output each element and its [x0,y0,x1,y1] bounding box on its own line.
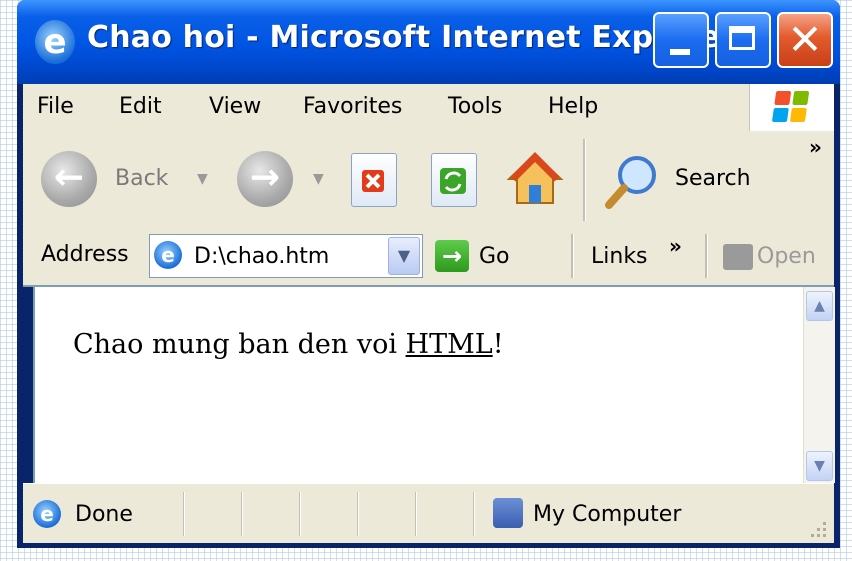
page-text-before: Chao mung ban den voi [73,329,406,360]
back-button[interactable]: ← [41,151,97,207]
windows-logo [749,84,834,131]
back-dropdown-icon[interactable]: ▼ [197,171,208,187]
go-label[interactable]: Go [479,244,510,269]
refresh-icon [440,168,466,194]
maximize-button[interactable] [715,12,771,68]
open-button[interactable]: Open [757,244,816,269]
address-separator [571,234,574,278]
go-arrow-icon: → [441,242,463,270]
page-icon: e [154,241,182,269]
windows-flag-icon [771,91,810,123]
address-bar: Address e D:\chao.htm ▼ → Go Links » Ope… [23,228,834,287]
scroll-down-button[interactable]: ▼ [806,451,833,481]
close-icon: ✕ [787,15,823,64]
standard-toolbar: ← Back ▼ → ▼ Search » [23,131,834,229]
forward-dropdown-icon[interactable]: ▼ [313,171,324,187]
scroll-up-button[interactable]: ▲ [806,291,833,321]
security-zone: My Computer [533,502,682,527]
menu-edit[interactable]: Edit [119,94,162,119]
chevron-up-icon: ▲ [814,298,825,314]
chevron-down-icon: ▼ [814,458,825,474]
resize-grip-icon[interactable] [806,517,826,537]
forward-arrow-icon: → [249,157,281,198]
status-separator [473,492,475,536]
address-value[interactable]: D:\chao.htm [194,244,329,269]
status-separator [299,492,301,536]
stop-icon [362,170,384,192]
menu-help[interactable]: Help [548,94,598,119]
back-label: Back [115,166,169,191]
toolbar-chevron-icon[interactable]: » [809,135,822,159]
links-chevron-icon[interactable]: » [669,234,682,258]
computer-icon [493,498,523,528]
maximize-icon [729,26,755,50]
address-dropdown-button[interactable]: ▼ [388,237,420,275]
menu-tools[interactable]: Tools [448,94,502,119]
ie-window: e Chao hoi - Microsoft Internet Explorer… [17,0,840,548]
status-separator [241,492,243,536]
chevron-down-icon: ▼ [397,246,411,265]
status-text: Done [75,502,133,527]
refresh-button[interactable] [431,153,477,207]
menu-view[interactable]: View [209,94,261,119]
page-content: Chao mung ban den voi HTML! [33,287,805,483]
status-bar: e Done My Computer [23,483,834,543]
minimize-icon [670,49,690,55]
vertical-scrollbar[interactable]: ▲ ▼ [803,287,835,483]
address-label: Address [41,242,129,267]
go-button[interactable]: → [435,240,469,272]
search-label[interactable]: Search [675,166,751,191]
ie-icon: e [35,20,75,64]
menu-bar: File Edit View Favorites Tools Help [23,84,834,132]
menu-file[interactable]: File [37,94,74,119]
minimize-button[interactable] [653,12,709,68]
open-icon [723,244,753,270]
status-separator [357,492,359,536]
menu-favorites[interactable]: Favorites [303,94,402,119]
address-input[interactable]: e D:\chao.htm ▼ [149,234,423,278]
close-button[interactable]: ✕ [777,12,833,68]
title-bar[interactable]: e Chao hoi - Microsoft Internet Explorer… [17,0,840,84]
forward-button[interactable]: → [237,151,293,207]
page-text: Chao mung ban den voi HTML! [73,329,504,360]
stop-button[interactable] [351,153,397,207]
status-separator [183,492,185,536]
window-title: Chao hoi - Microsoft Internet Explorer [87,20,736,55]
status-separator [415,492,417,536]
back-arrow-icon: ← [53,157,85,198]
links-separator [705,234,708,278]
page-text-after: ! [492,329,504,360]
toolbar-separator [583,139,586,221]
home-button[interactable] [505,149,565,209]
html-link[interactable]: HTML [406,329,493,360]
search-icon[interactable] [601,153,663,211]
page-status-icon: e [33,500,61,528]
links-label[interactable]: Links [591,244,648,269]
